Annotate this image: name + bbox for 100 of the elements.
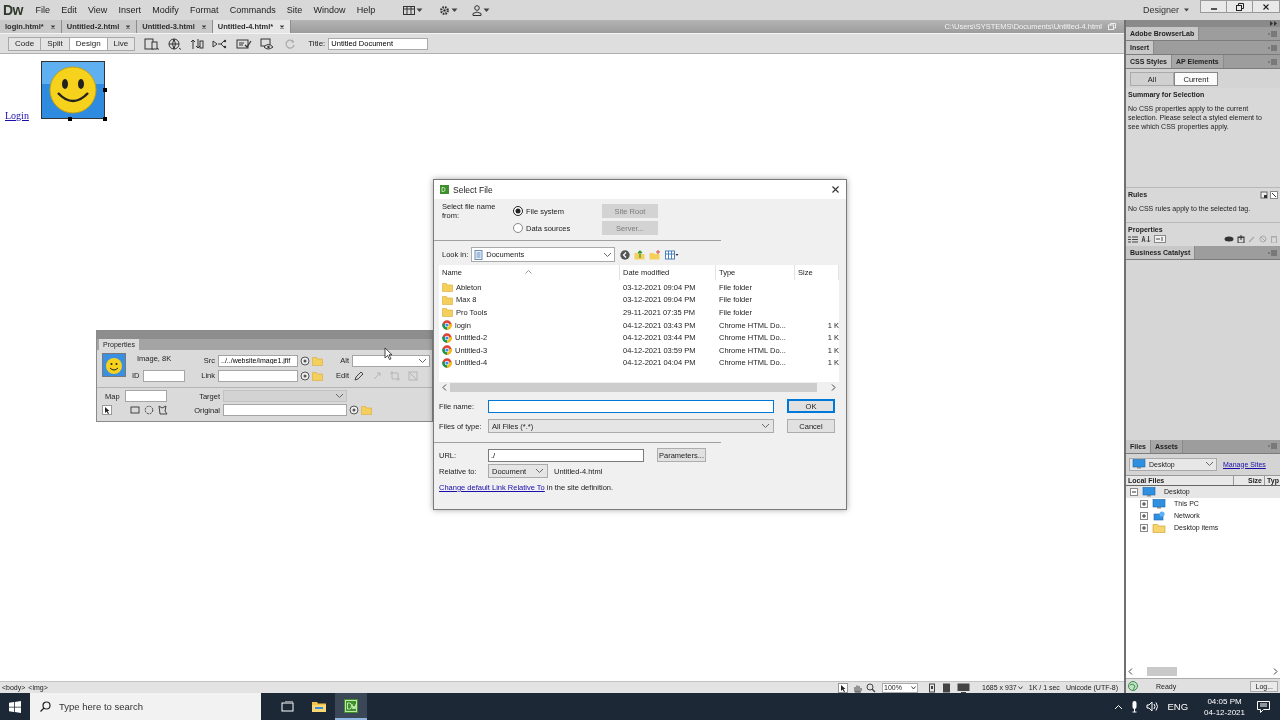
browse-target-icon[interactable] (349, 405, 359, 415)
view-button[interactable]: Split (40, 36, 70, 51)
expand-toggle[interactable] (1130, 487, 1138, 496)
user-icon[interactable] (471, 4, 482, 16)
menu-item[interactable]: View (82, 5, 113, 15)
radio-button[interactable] (513, 206, 523, 216)
scrollbar-thumb[interactable] (450, 383, 817, 392)
new-folder-icon[interactable] (649, 249, 662, 260)
search-field[interactable]: Type here to search (30, 693, 261, 720)
scroll-right-icon[interactable] (1273, 668, 1278, 675)
validate-icon[interactable] (236, 37, 253, 50)
pencil-icon[interactable] (354, 370, 364, 381)
chevron-down-icon[interactable] (535, 468, 544, 474)
windows-start-icon[interactable] (9, 700, 21, 713)
folder-icon (1152, 522, 1166, 533)
close-icon[interactable] (200, 23, 207, 30)
category-view-icon[interactable] (1128, 235, 1138, 243)
chevron-down-icon[interactable] (335, 393, 344, 399)
menu-item[interactable]: Commands (224, 5, 282, 15)
globe-icon[interactable] (168, 37, 183, 50)
menu-item[interactable]: Insert (112, 5, 147, 15)
close-icon[interactable] (279, 23, 286, 30)
radio-button[interactable] (513, 223, 523, 233)
expand-toggle[interactable] (1140, 499, 1148, 508)
rectangle-hotspot-icon[interactable] (130, 405, 140, 415)
menu-item[interactable]: Window (307, 5, 352, 15)
browse-folder-icon (312, 355, 323, 366)
zoom-tool-icon[interactable] (866, 682, 877, 693)
language-indicator[interactable]: ENG (1167, 701, 1189, 712)
flow-icon[interactable] (212, 37, 229, 50)
layout-icon[interactable] (402, 5, 415, 15)
chevron-down-icon[interactable] (1205, 461, 1214, 467)
caret-icon[interactable] (415, 7, 423, 13)
expand-toggle[interactable] (1140, 511, 1148, 520)
workspace-label[interactable]: Designer (1142, 5, 1179, 15)
chevron-down-icon[interactable] (603, 251, 613, 258)
caret-icon[interactable] (1184, 8, 1189, 12)
browse-target-icon[interactable] (300, 355, 310, 366)
restore-icon[interactable] (1235, 2, 1244, 11)
caret-icon[interactable] (450, 7, 458, 13)
view-button[interactable]: Design (68, 36, 108, 51)
close-icon[interactable] (49, 23, 56, 30)
browse-target-icon[interactable] (300, 370, 310, 381)
app-logo-icon[interactable] (344, 698, 358, 713)
link-field[interactable] (218, 369, 298, 382)
menu-item[interactable]: Help (351, 5, 381, 15)
restore-button[interactable] (1226, 0, 1253, 13)
view-button[interactable]: Live (106, 36, 136, 51)
menu-item[interactable]: File (30, 5, 56, 15)
view-menu-icon[interactable] (665, 249, 680, 260)
phone-size-icon[interactable] (928, 682, 937, 693)
expand-toggle[interactable] (1140, 523, 1148, 532)
pointer-tool-icon[interactable] (838, 682, 849, 693)
caret-icon[interactable] (1017, 685, 1023, 690)
close-button[interactable] (1252, 0, 1280, 13)
close-icon[interactable] (125, 23, 132, 30)
caret-icon[interactable] (482, 7, 490, 13)
file-transfer-icon[interactable] (190, 37, 205, 50)
scroll-left-icon[interactable] (1128, 668, 1133, 675)
file-explorer-icon[interactable] (312, 701, 326, 712)
pointer-tool-icon[interactable] (102, 405, 112, 415)
circle-hotspot-icon[interactable] (144, 405, 154, 415)
polygon-hotspot-icon[interactable] (158, 405, 168, 415)
clock[interactable]: 04:05 PM 04-12-2021 (1204, 695, 1245, 718)
alt-select[interactable] (352, 354, 430, 367)
tree-view-icon[interactable] (1270, 190, 1278, 199)
notifications-icon[interactable] (1257, 700, 1270, 713)
tablet-size-icon[interactable] (942, 682, 952, 693)
title-label: Title: (308, 39, 326, 48)
mobile-devices-icon[interactable] (144, 37, 161, 50)
microphone-icon[interactable] (1131, 700, 1139, 713)
scrollbar-thumb[interactable] (1147, 667, 1177, 676)
id-field[interactable] (142, 369, 185, 382)
list-view-icon[interactable] (1260, 190, 1268, 199)
menu-item[interactable]: Edit (55, 5, 83, 15)
folder-icon (442, 282, 453, 293)
desktop-size-icon[interactable] (957, 682, 971, 693)
set-properties-icon[interactable] (1154, 235, 1166, 243)
volume-icon[interactable] (1146, 701, 1160, 712)
settings-icon[interactable] (438, 4, 450, 16)
back-icon[interactable] (620, 249, 631, 260)
view-button[interactable]: Code (8, 36, 42, 51)
task-view-icon[interactable] (280, 700, 294, 713)
chevron-down-icon[interactable] (418, 357, 427, 364)
sort-az-icon[interactable] (1141, 235, 1151, 243)
minimize-button[interactable] (1200, 0, 1227, 13)
map-field[interactable] (124, 390, 167, 402)
file-name-field[interactable] (488, 399, 774, 413)
close-icon[interactable] (1262, 2, 1270, 11)
menu-item[interactable]: Site (281, 5, 308, 15)
link[interactable]: Login (5, 110, 29, 121)
chevron-down-icon[interactable] (911, 685, 917, 690)
close-icon[interactable] (831, 185, 840, 194)
new-rule-icon[interactable] (1237, 235, 1245, 243)
chevron-up-icon[interactable] (1114, 703, 1124, 710)
chevron-down-icon[interactable] (761, 423, 770, 429)
menu-item[interactable]: Format (184, 5, 225, 15)
up-folder-icon[interactable] (634, 249, 646, 260)
original-field[interactable] (223, 404, 347, 416)
menu-item[interactable]: Modify (146, 5, 185, 15)
